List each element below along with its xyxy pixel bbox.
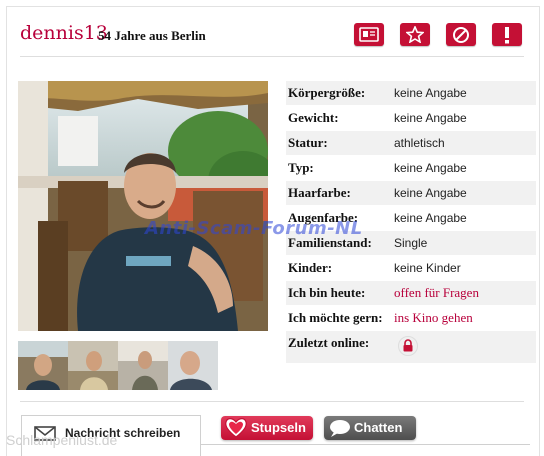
- chat-button[interactable]: Chatten: [324, 416, 416, 440]
- detail-row-wish: Ich möchte gern: ins Kino gehen: [286, 306, 536, 331]
- section-divider: [20, 401, 524, 402]
- detail-label: Haarfarbe:: [288, 185, 351, 200]
- profile-card-icon: [359, 27, 379, 42]
- detail-label: Statur:: [288, 135, 328, 150]
- block-button[interactable]: [446, 23, 476, 46]
- detail-value: keine Angabe: [394, 211, 467, 225]
- chat-label: Chatten: [354, 420, 403, 435]
- detail-row-build: Statur: athletisch: [286, 131, 536, 156]
- profile-card-button[interactable]: [354, 23, 384, 46]
- detail-row-type: Typ: keine Angabe: [286, 156, 536, 181]
- stupsen-label: Stupseln: [251, 420, 306, 435]
- photo-thumbnail[interactable]: [118, 341, 168, 390]
- lock-icon[interactable]: [398, 336, 418, 361]
- detail-row-today: Ich bin heute: offen für Fragen: [286, 281, 536, 306]
- photo-thumbnail[interactable]: [18, 341, 68, 390]
- stupsen-button[interactable]: Stupseln: [221, 416, 313, 440]
- detail-value: keine Angabe: [394, 161, 467, 175]
- detail-label: Kinder:: [288, 260, 333, 275]
- heart-icon: [223, 414, 249, 445]
- detail-value: offen für Fragen: [394, 285, 479, 300]
- detail-label: Zuletzt online:: [288, 335, 370, 350]
- profile-photo[interactable]: [18, 81, 268, 331]
- detail-label: Typ:: [288, 160, 314, 175]
- detail-value: keine Angabe: [394, 186, 467, 200]
- detail-value: athletisch: [394, 136, 445, 150]
- detail-row-weight: Gewicht: keine Angabe: [286, 106, 536, 131]
- footer-watermark: Schlampenlust.de: [6, 432, 118, 448]
- detail-row-children: Kinder: keine Kinder: [286, 256, 536, 281]
- detail-row-hair: Haarfarbe: keine Angabe: [286, 181, 536, 206]
- favorite-button[interactable]: [400, 23, 430, 46]
- detail-label: Gewicht:: [288, 110, 339, 125]
- detail-row-last-online: Zuletzt online:: [286, 331, 536, 364]
- detail-label: Körpergröße:: [288, 85, 366, 100]
- detail-value: keine Angabe: [394, 86, 467, 100]
- detail-label: Ich möchte gern:: [288, 310, 383, 325]
- watermark-text: Anti-Scam-Forum-NL: [145, 218, 363, 239]
- detail-row-height: Körpergröße: keine Angabe: [286, 81, 536, 106]
- detail-value: Single: [394, 236, 428, 250]
- photo-thumbnail[interactable]: [68, 341, 118, 390]
- profile-username[interactable]: dennis13: [20, 22, 108, 44]
- report-icon: [505, 26, 509, 43]
- photo-thumbnail[interactable]: [168, 341, 218, 390]
- report-button[interactable]: [492, 23, 522, 46]
- detail-value: keine Angabe: [394, 111, 467, 125]
- block-icon: [453, 26, 469, 43]
- favorite-star-icon: [406, 26, 424, 43]
- detail-value: keine Kinder: [394, 261, 461, 275]
- header-divider: [20, 56, 524, 57]
- detail-value: ins Kino gehen: [394, 310, 473, 325]
- detail-label: Ich bin heute:: [288, 285, 366, 300]
- profile-subtitle: 54 Jahre aus Berlin: [98, 28, 206, 43]
- chat-bubble-icon: [328, 418, 352, 443]
